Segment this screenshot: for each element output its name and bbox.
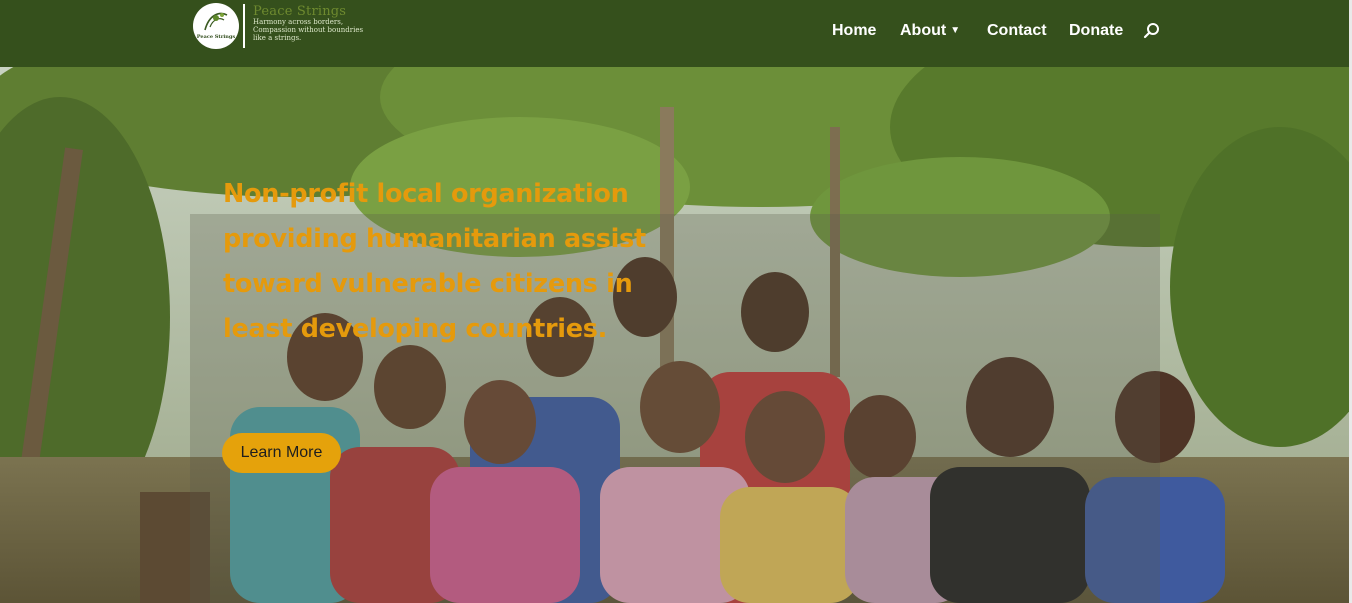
hero-headline: Non-profit local organization providing … bbox=[223, 179, 646, 344]
nav-about[interactable]: About ▼ bbox=[900, 22, 960, 40]
learn-more-button[interactable]: Learn More bbox=[222, 433, 341, 473]
main-nav: Home About ▼ Contact Donate bbox=[0, 20, 1349, 44]
search-icon[interactable] bbox=[1143, 22, 1161, 40]
nav-about-label: About bbox=[900, 22, 947, 39]
nav-donate[interactable]: Donate bbox=[1069, 22, 1123, 40]
site-header: Peace Strings Peace Strings Harmony acro… bbox=[0, 0, 1349, 67]
nav-home[interactable]: Home bbox=[832, 22, 876, 40]
brand-name: Peace Strings bbox=[253, 4, 347, 19]
nav-contact[interactable]: Contact bbox=[987, 22, 1047, 40]
chevron-down-icon: ▼ bbox=[950, 25, 961, 36]
